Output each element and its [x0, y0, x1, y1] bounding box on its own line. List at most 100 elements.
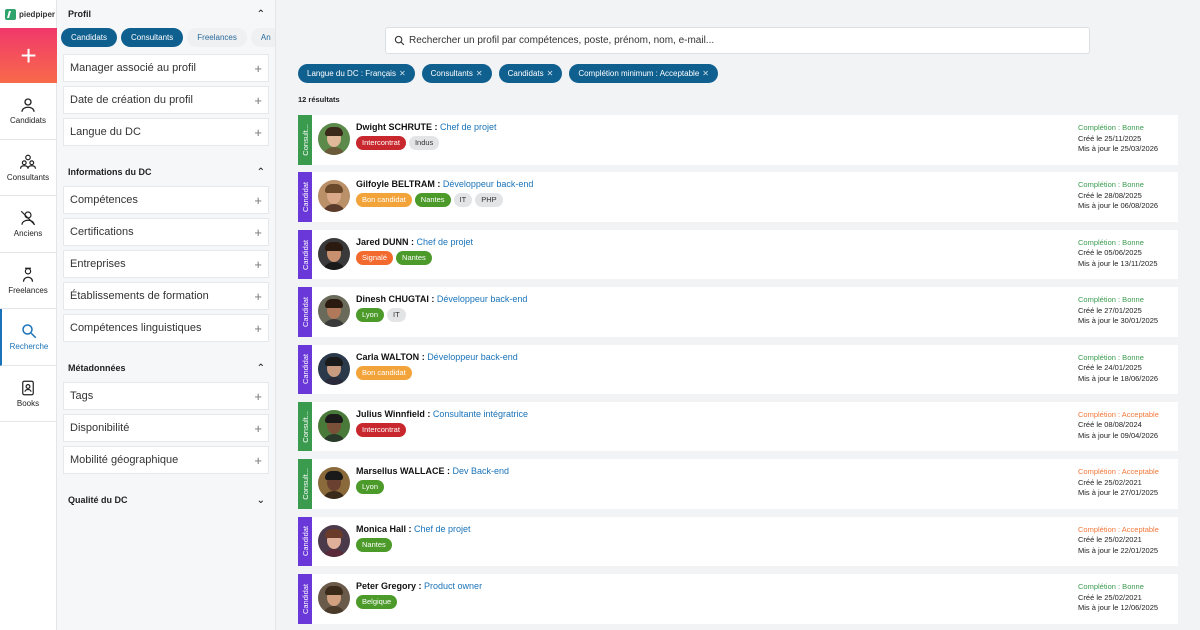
- avatar: [318, 295, 350, 328]
- section-quality-header[interactable]: Qualité du DC ⌄: [57, 486, 275, 514]
- profile-type-strip: Candidat: [298, 344, 312, 395]
- candidate-name[interactable]: Marsellus WALLACE: [356, 466, 445, 476]
- nav-item-freelances[interactable]: Freelances: [0, 253, 56, 309]
- tag-badge: Belgique: [356, 595, 398, 610]
- nav-item-candidats[interactable]: Candidats: [0, 83, 56, 140]
- result-card[interactable]: Candidat Gilfoyle BELTRAM : Développeur …: [298, 172, 1178, 222]
- filter-label: Établissements de formation: [70, 290, 209, 302]
- updated-date: Mis à jour le 06/08/2026: [1078, 201, 1159, 211]
- filter-label: Disponibilité: [70, 422, 130, 434]
- active-tag[interactable]: Consultants ✕: [421, 64, 492, 83]
- candidate-name[interactable]: Gilfoyle BELTRAM: [356, 179, 435, 189]
- section-meta-header[interactable]: Métadonnées ⌃: [57, 354, 275, 382]
- result-info: Julius Winnfield : Consultante intégratr…: [356, 402, 1078, 452]
- result-info: Marsellus WALLACE : Dev Back-end Lyon: [356, 459, 1078, 509]
- job-title: Développeur back-end: [442, 179, 534, 190]
- profile-type-strip: Candidat: [298, 574, 312, 624]
- profile-type-strip: Candidat: [298, 516, 312, 567]
- profile-type-label: Candidat: [300, 239, 310, 270]
- chip-anciens[interactable]: An: [250, 28, 275, 47]
- nav-item-consultants[interactable]: Consultants: [0, 140, 56, 196]
- result-meta: Complétion : Acceptable Créé le 25/02/20…: [1078, 459, 1178, 509]
- close-icon[interactable]: ✕: [702, 69, 709, 78]
- nav-item-anciens[interactable]: Anciens: [0, 196, 56, 253]
- brand-name: piedpiper: [19, 9, 56, 19]
- candidate-name[interactable]: Dwight SCHRUTE: [356, 122, 432, 132]
- tag-label: Candidats: [507, 69, 544, 78]
- filter-label: Date de création du profil: [70, 94, 193, 106]
- created-date: Créé le 25/02/2021: [1078, 535, 1142, 545]
- result-card[interactable]: Candidat Peter Gregory : Product owner B…: [298, 574, 1178, 624]
- filter-label: Certifications: [70, 226, 134, 238]
- candidate-name[interactable]: Monica Hall: [356, 524, 406, 534]
- plus-icon: +: [254, 92, 262, 108]
- filter-entreprises[interactable]: Entreprises +: [63, 250, 269, 278]
- filter-etablissements[interactable]: Établissements de formation +: [63, 282, 269, 310]
- result-card[interactable]: Candidat Carla WALTON : Développeur back…: [298, 344, 1178, 395]
- result-meta: Complétion : Acceptable Créé le 08/08/20…: [1078, 402, 1178, 452]
- candidate-name[interactable]: Julius Winnfield: [356, 409, 425, 419]
- candidate-name[interactable]: Jared DUNN: [356, 237, 409, 247]
- tag-badge: Signalé: [356, 250, 394, 265]
- section-profil-header[interactable]: Profil ⌃: [57, 0, 275, 28]
- main-nav: piedpiper + Candidats Consultants Ancien…: [0, 0, 57, 630]
- result-name-line: Julius Winnfield : Consultante intégratr…: [356, 408, 528, 419]
- updated-date: Mis à jour le 13/11/2025: [1078, 258, 1158, 268]
- filter-langue-dc[interactable]: Langue du DC +: [63, 118, 269, 146]
- filter-tags[interactable]: Tags +: [63, 382, 269, 410]
- result-name-line: Jared DUNN : Chef de projet: [356, 236, 474, 247]
- result-card[interactable]: Candidat Dinesh CHUGTAI : Développeur ba…: [298, 287, 1178, 337]
- active-tag[interactable]: Langue du DC : Français ✕: [298, 64, 415, 83]
- result-card[interactable]: Consult... Julius Winnfield : Consultant…: [298, 401, 1178, 452]
- profile-type-label: Candidat: [300, 583, 310, 614]
- filter-competences-ling[interactable]: Compétences linguistiques +: [63, 314, 269, 342]
- candidate-name[interactable]: Dinesh CHUGTAI: [356, 294, 429, 304]
- search-input[interactable]: [409, 35, 1079, 46]
- filter-manager[interactable]: Manager associé au profil +: [63, 54, 269, 82]
- result-card[interactable]: Candidat Jared DUNN : Chef de projet Sig…: [298, 229, 1178, 280]
- updated-date: Mis à jour le 18/06/2026: [1078, 373, 1159, 383]
- search-bar[interactable]: [385, 27, 1090, 54]
- add-button[interactable]: +: [0, 28, 57, 83]
- candidate-name[interactable]: Peter Gregory: [356, 581, 416, 591]
- close-icon[interactable]: ✕: [399, 69, 406, 78]
- updated-date: Mis à jour le 22/01/2025: [1078, 545, 1159, 555]
- profile-type-label: Candidat: [300, 354, 310, 385]
- result-card[interactable]: Consult... Dwight SCHRUTE : Chef de proj…: [298, 115, 1178, 165]
- created-date: Créé le 25/02/2021: [1078, 477, 1142, 487]
- close-icon[interactable]: ✕: [476, 69, 483, 78]
- brand-logo[interactable]: piedpiper: [0, 0, 56, 28]
- nav-item-books[interactable]: Books: [0, 366, 56, 422]
- filter-label: Manager associé au profil: [70, 62, 196, 74]
- chip-candidats[interactable]: Candidats: [61, 28, 118, 47]
- chip-consultants[interactable]: Consultants: [121, 28, 184, 47]
- section-info-dc-header[interactable]: Informations du DC ⌃: [57, 158, 275, 186]
- person-icon: [21, 98, 35, 113]
- section-title: Qualité du DC: [68, 495, 128, 505]
- result-card[interactable]: Candidat Monica Hall : Chef de projet Na…: [298, 516, 1178, 567]
- nav-item-recherche[interactable]: Recherche: [0, 309, 56, 366]
- filter-certifications[interactable]: Certifications +: [63, 218, 269, 246]
- filter-competences[interactable]: Compétences +: [63, 186, 269, 214]
- active-tag[interactable]: Candidats ✕: [498, 64, 563, 83]
- chip-freelances[interactable]: Freelances: [187, 28, 247, 47]
- section-title: Informations du DC: [68, 167, 152, 177]
- filter-date-creation[interactable]: Date de création du profil +: [63, 86, 269, 114]
- freelance-icon: [22, 267, 34, 282]
- candidate-name[interactable]: Carla WALTON: [356, 352, 419, 362]
- tag-badge: Intercontrat: [356, 136, 406, 150]
- result-card[interactable]: Consult... Marsellus WALLACE : Dev Back-…: [298, 459, 1178, 509]
- nav-label: Consultants: [6, 172, 50, 182]
- plus-icon: +: [254, 124, 262, 140]
- created-date: Créé le 05/06/2025: [1078, 248, 1142, 258]
- result-meta: Complétion : Bonne Créé le 25/11/2025 Mi…: [1078, 115, 1178, 165]
- job-title: Développeur back-end: [427, 351, 518, 362]
- completion-status: Complétion : Bonne: [1078, 237, 1144, 247]
- close-icon[interactable]: ✕: [547, 69, 554, 78]
- tag-badge: IT: [453, 193, 473, 208]
- filter-mobilite[interactable]: Mobilité géographique +: [63, 446, 269, 474]
- filter-disponibilite[interactable]: Disponibilité +: [63, 414, 269, 442]
- active-tag[interactable]: Complétion minimum : Acceptable ✕: [569, 64, 718, 83]
- updated-date: Mis à jour le 30/01/2025: [1078, 316, 1159, 326]
- created-date: Créé le 08/08/2024: [1078, 420, 1142, 430]
